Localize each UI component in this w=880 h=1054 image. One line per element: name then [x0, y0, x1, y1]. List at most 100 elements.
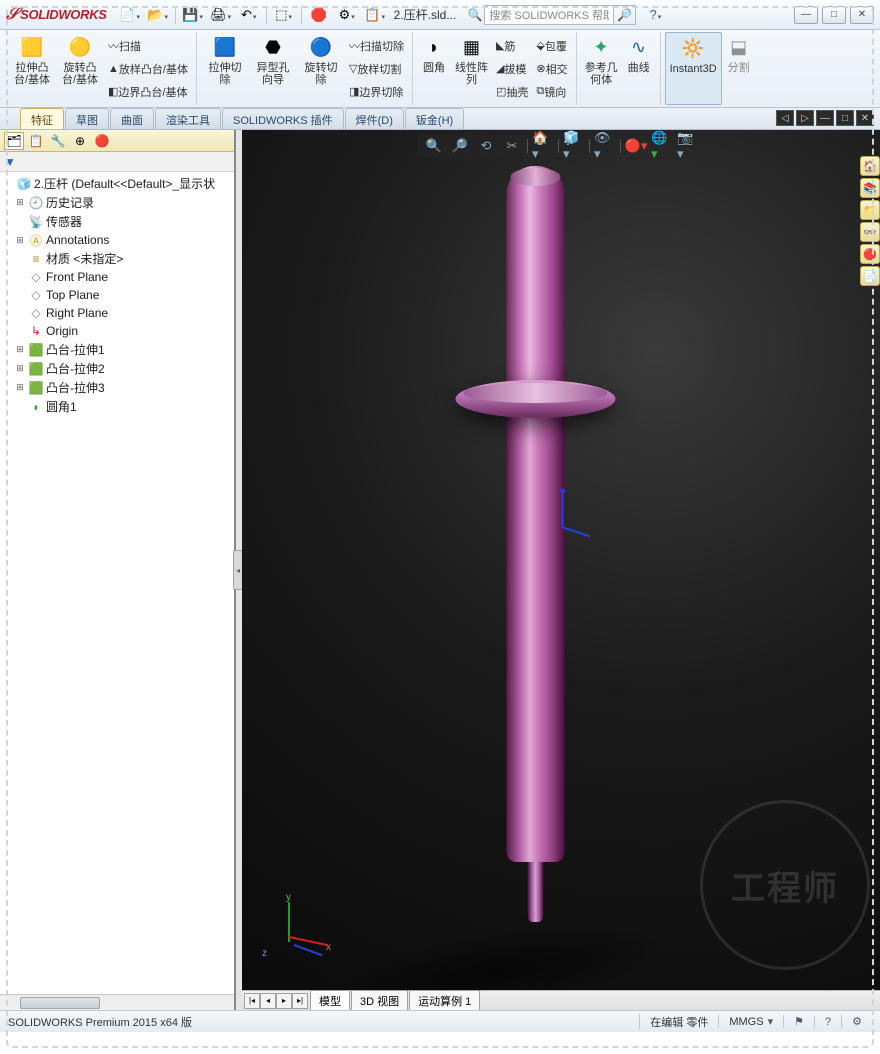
- rib-button[interactable]: ◣筋: [494, 37, 530, 55]
- select-button[interactable]: ⬚▾: [271, 4, 297, 26]
- tab-first-button[interactable]: |◂: [244, 993, 260, 1009]
- taskpane-props-icon[interactable]: 📄: [860, 266, 880, 286]
- wrap-button[interactable]: ⬙包覆: [534, 37, 569, 55]
- tree-feature-2[interactable]: ⊞🟩凸台-拉伸2: [0, 359, 234, 378]
- status-help-icon[interactable]: ?: [814, 1016, 841, 1028]
- close-button[interactable]: ✕: [850, 6, 874, 24]
- display-style-icon[interactable]: 🧊▾: [563, 136, 585, 156]
- display-tab[interactable]: ⊕: [70, 132, 90, 150]
- tree-fillet-1[interactable]: ◗圆角1: [0, 397, 234, 416]
- cut-extrude-button[interactable]: 🟦拉伸切 除: [201, 32, 249, 105]
- status-units[interactable]: MMGS ▾: [718, 1015, 783, 1028]
- bottom-tab-3dview[interactable]: 3D 视图: [351, 990, 408, 1011]
- undo-button[interactable]: ↶▾: [236, 4, 262, 26]
- tree-filter-bar[interactable]: ▼: [0, 152, 234, 172]
- settings-button[interactable]: 📋▾: [362, 4, 388, 26]
- model-3d[interactable]: [507, 166, 616, 922]
- appearance-icon[interactable]: 🔴▾: [625, 136, 647, 156]
- rebuild-button[interactable]: 🛑: [306, 4, 332, 26]
- taskpane-library-icon[interactable]: 📚: [860, 178, 880, 198]
- config-tab[interactable]: 🔧: [48, 132, 68, 150]
- tab-features[interactable]: 特征: [20, 108, 64, 129]
- draft-button[interactable]: ◢拔模: [494, 60, 530, 78]
- taskpane-view-icon[interactable]: 👓: [860, 222, 880, 242]
- boundary-button[interactable]: ◧边界凸台/基体: [106, 83, 190, 101]
- zoom-fit-icon[interactable]: 🔍: [423, 136, 445, 156]
- tab-sketch[interactable]: 草图: [65, 108, 109, 129]
- tree-top-plane[interactable]: ◇Top Plane: [0, 286, 234, 304]
- bottom-tab-model[interactable]: 模型: [310, 990, 350, 1011]
- ref-geometry-button[interactable]: ✦参考几 何体: [581, 32, 622, 105]
- tree-history[interactable]: ⊞🕘历史记录: [0, 193, 234, 212]
- tree-right-plane[interactable]: ◇Right Plane: [0, 304, 234, 322]
- section-view-icon[interactable]: ✂: [501, 136, 523, 156]
- hide-show-icon[interactable]: 👁▾: [594, 136, 616, 156]
- tree-feature-1[interactable]: ⊞🟩凸台-拉伸1: [0, 340, 234, 359]
- loft-button[interactable]: ▲放样凸台/基体: [106, 60, 190, 78]
- taskpane-appearance-icon[interactable]: 🔴: [860, 244, 880, 264]
- vp-close-button[interactable]: ✕: [856, 110, 874, 126]
- tab-sheetmetal[interactable]: 钣金(H): [405, 108, 464, 129]
- vp-prev-button[interactable]: ◁: [776, 110, 794, 126]
- scene-icon[interactable]: 🌐▾: [651, 136, 673, 156]
- intersect-button[interactable]: ⊗相交: [534, 60, 569, 78]
- tab-prev-button[interactable]: ◂: [260, 993, 276, 1009]
- tab-weldments[interactable]: 焊件(D): [345, 108, 404, 129]
- taskpane-home-icon[interactable]: 🏠: [860, 156, 880, 176]
- cut-loft-button[interactable]: ▽放样切割: [347, 60, 406, 78]
- save-button[interactable]: 💾▾: [180, 4, 206, 26]
- tab-render[interactable]: 渲染工具: [155, 108, 221, 129]
- hole-wizard-button[interactable]: ⬣异型孔 向导: [249, 32, 297, 105]
- tree-feature-3[interactable]: ⊞🟩凸台-拉伸3: [0, 378, 234, 397]
- shell-button[interactable]: ◰抽壳: [494, 83, 530, 101]
- search-input[interactable]: [484, 5, 614, 25]
- instant3d-button[interactable]: 🔆Instant3D: [665, 32, 722, 105]
- search-go-button[interactable]: 🔎: [614, 5, 636, 25]
- tree-origin[interactable]: ↳Origin: [0, 322, 234, 340]
- property-tab[interactable]: 📋: [26, 132, 46, 150]
- curves-button[interactable]: ∿曲线: [622, 32, 656, 105]
- sweep-button[interactable]: 〰扫描: [106, 37, 190, 55]
- vp-max-button[interactable]: □: [836, 110, 854, 126]
- cut-sweep-button[interactable]: 〰扫描切除: [347, 37, 406, 55]
- new-button[interactable]: 📄▾: [117, 4, 143, 26]
- options-button[interactable]: ⚙▾: [334, 4, 360, 26]
- tree-material[interactable]: ≡材质 <未指定>: [0, 249, 234, 268]
- graphics-viewport[interactable]: 🔍 🔎 ⟲ ✂ 🏠▾ 🧊▾ 👁▾ 🔴▾ 🌐▾ 📷▾ 🏠 📚 📁 👓 🔴 📄: [242, 130, 880, 1010]
- tree-front-plane[interactable]: ◇Front Plane: [0, 268, 234, 286]
- panel-scrollbar[interactable]: [0, 994, 234, 1010]
- tree-annotations[interactable]: ⊞ⒶAnnotations: [0, 231, 234, 249]
- cut-boundary-button[interactable]: ◨边界切除: [347, 83, 406, 101]
- split-button[interactable]: ⬓分割: [722, 32, 756, 105]
- extrude-boss-button[interactable]: 🟨拉伸凸 台/基体: [8, 32, 56, 105]
- print-button[interactable]: 🖨▾: [208, 4, 234, 26]
- open-button[interactable]: 📂▾: [145, 4, 171, 26]
- bottom-tab-motion[interactable]: 运动算例 1: [409, 990, 480, 1011]
- vp-min-button[interactable]: —: [816, 110, 834, 126]
- vp-next-button[interactable]: ▷: [796, 110, 814, 126]
- prev-view-icon[interactable]: ⟲: [475, 136, 497, 156]
- help-button[interactable]: ?▾: [642, 4, 668, 26]
- status-flag-icon[interactable]: ⚑: [783, 1015, 814, 1028]
- tab-addins[interactable]: SOLIDWORKS 插件: [222, 108, 344, 129]
- feature-tree-tab[interactable]: 🗂: [4, 132, 24, 150]
- mirror-button[interactable]: ⧉镜向: [534, 83, 569, 101]
- maximize-button[interactable]: □: [822, 6, 846, 24]
- linear-pattern-button[interactable]: ▦线性阵 列: [451, 32, 492, 105]
- view-orientation-icon[interactable]: 🏠▾: [532, 136, 554, 156]
- tab-last-button[interactable]: ▸|: [292, 993, 308, 1009]
- view-triad[interactable]: y x z: [268, 900, 328, 960]
- render-icon[interactable]: 📷▾: [677, 136, 699, 156]
- revolve-boss-button[interactable]: 🟡旋转凸 台/基体: [56, 32, 104, 105]
- tree-root[interactable]: 🧊2.压杆 (Default<<Default>_显示状: [0, 174, 234, 193]
- appearance-tab[interactable]: 🔴: [92, 132, 112, 150]
- tree-sensors[interactable]: 📡传感器: [0, 212, 234, 231]
- taskpane-explorer-icon[interactable]: 📁: [860, 200, 880, 220]
- fillet-button[interactable]: ◗圆角: [417, 32, 451, 105]
- minimize-button[interactable]: —: [794, 6, 818, 24]
- tab-surfaces[interactable]: 曲面: [110, 108, 154, 129]
- tab-next-button[interactable]: ▸: [276, 993, 292, 1009]
- status-custom-icon[interactable]: ⚙: [841, 1015, 872, 1028]
- zoom-area-icon[interactable]: 🔎: [449, 136, 471, 156]
- cut-revolve-button[interactable]: 🔵旋转切 除: [297, 32, 345, 105]
